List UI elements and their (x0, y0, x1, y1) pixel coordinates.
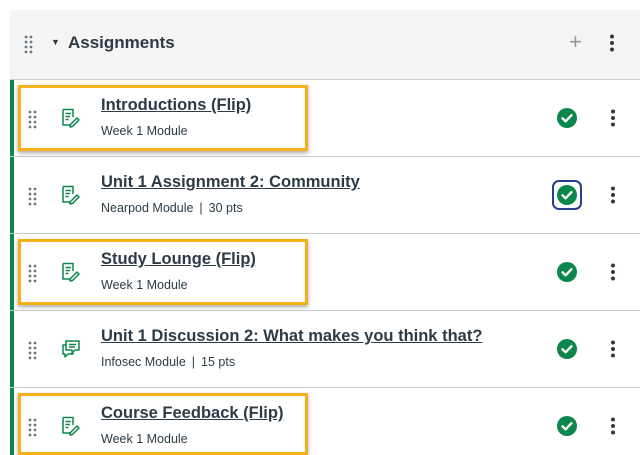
published-check-icon[interactable] (557, 416, 577, 436)
plus-icon[interactable]: + (569, 27, 582, 57)
published-check-icon[interactable] (557, 262, 577, 282)
published-check-icon[interactable] (557, 339, 577, 359)
item-meta: Nearpod Module | 30 pts (101, 201, 243, 215)
item-title-link[interactable]: Unit 1 Assignment 2: Community (101, 173, 360, 192)
item-module: Infosec Module (101, 355, 186, 369)
assignment-icon (62, 108, 80, 128)
item-module: Week 1 Module (101, 278, 188, 292)
item-points: 15 pts (201, 355, 236, 369)
item-title-link[interactable]: Study Lounge (Flip) (101, 250, 256, 269)
list-item[interactable]: Introductions (Flip) Week 1 Module (10, 80, 640, 157)
drag-handle-icon[interactable] (28, 418, 38, 438)
assignment-icon (62, 262, 80, 282)
assignment-icon (62, 185, 80, 205)
drag-handle-icon[interactable] (24, 35, 34, 55)
drag-handle-icon[interactable] (28, 341, 38, 361)
item-title-link[interactable]: Unit 1 Discussion 2: What makes you thin… (101, 327, 482, 346)
item-module: Nearpod Module (101, 201, 194, 215)
item-module: Week 1 Module (101, 432, 188, 446)
list-item[interactable]: Unit 1 Assignment 2: Community Nearpod M… (10, 157, 640, 234)
item-meta: Infosec Module | 15 pts (101, 355, 235, 369)
meta-separator: | (191, 355, 196, 369)
discussion-icon (62, 340, 80, 358)
drag-handle-icon[interactable] (28, 187, 38, 207)
assignment-icon (62, 416, 80, 436)
item-module: Week 1 Module (101, 124, 188, 138)
caret-down-icon[interactable]: ▼ (51, 37, 60, 47)
published-check-icon[interactable] (552, 180, 582, 210)
module-panel: ▼ Assignments + Introductions (Flip) Wee… (10, 10, 640, 455)
item-meta: Week 1 Module (101, 124, 188, 138)
module-title[interactable]: Assignments (68, 33, 175, 53)
item-points: 30 pts (208, 201, 243, 215)
kebab-icon[interactable] (610, 340, 616, 358)
list-item[interactable]: Study Lounge (Flip) Week 1 Module (10, 234, 640, 311)
item-meta: Week 1 Module (101, 432, 188, 446)
list-item[interactable]: Course Feedback (Flip) Week 1 Module (10, 388, 640, 455)
item-title-link[interactable]: Course Feedback (Flip) (101, 404, 283, 423)
item-title-link[interactable]: Introductions (Flip) (101, 96, 251, 115)
meta-separator: | (199, 201, 203, 215)
kebab-icon[interactable] (610, 417, 616, 435)
item-meta: Week 1 Module (101, 278, 188, 292)
drag-handle-icon[interactable] (28, 264, 38, 284)
kebab-icon[interactable] (609, 34, 615, 52)
kebab-icon[interactable] (610, 186, 616, 204)
list-item[interactable]: Unit 1 Discussion 2: What makes you thin… (10, 311, 640, 388)
drag-handle-icon[interactable] (28, 110, 38, 130)
published-check-icon[interactable] (557, 108, 577, 128)
module-header[interactable]: ▼ Assignments + (10, 10, 640, 80)
kebab-icon[interactable] (610, 109, 616, 127)
kebab-icon[interactable] (610, 263, 616, 281)
